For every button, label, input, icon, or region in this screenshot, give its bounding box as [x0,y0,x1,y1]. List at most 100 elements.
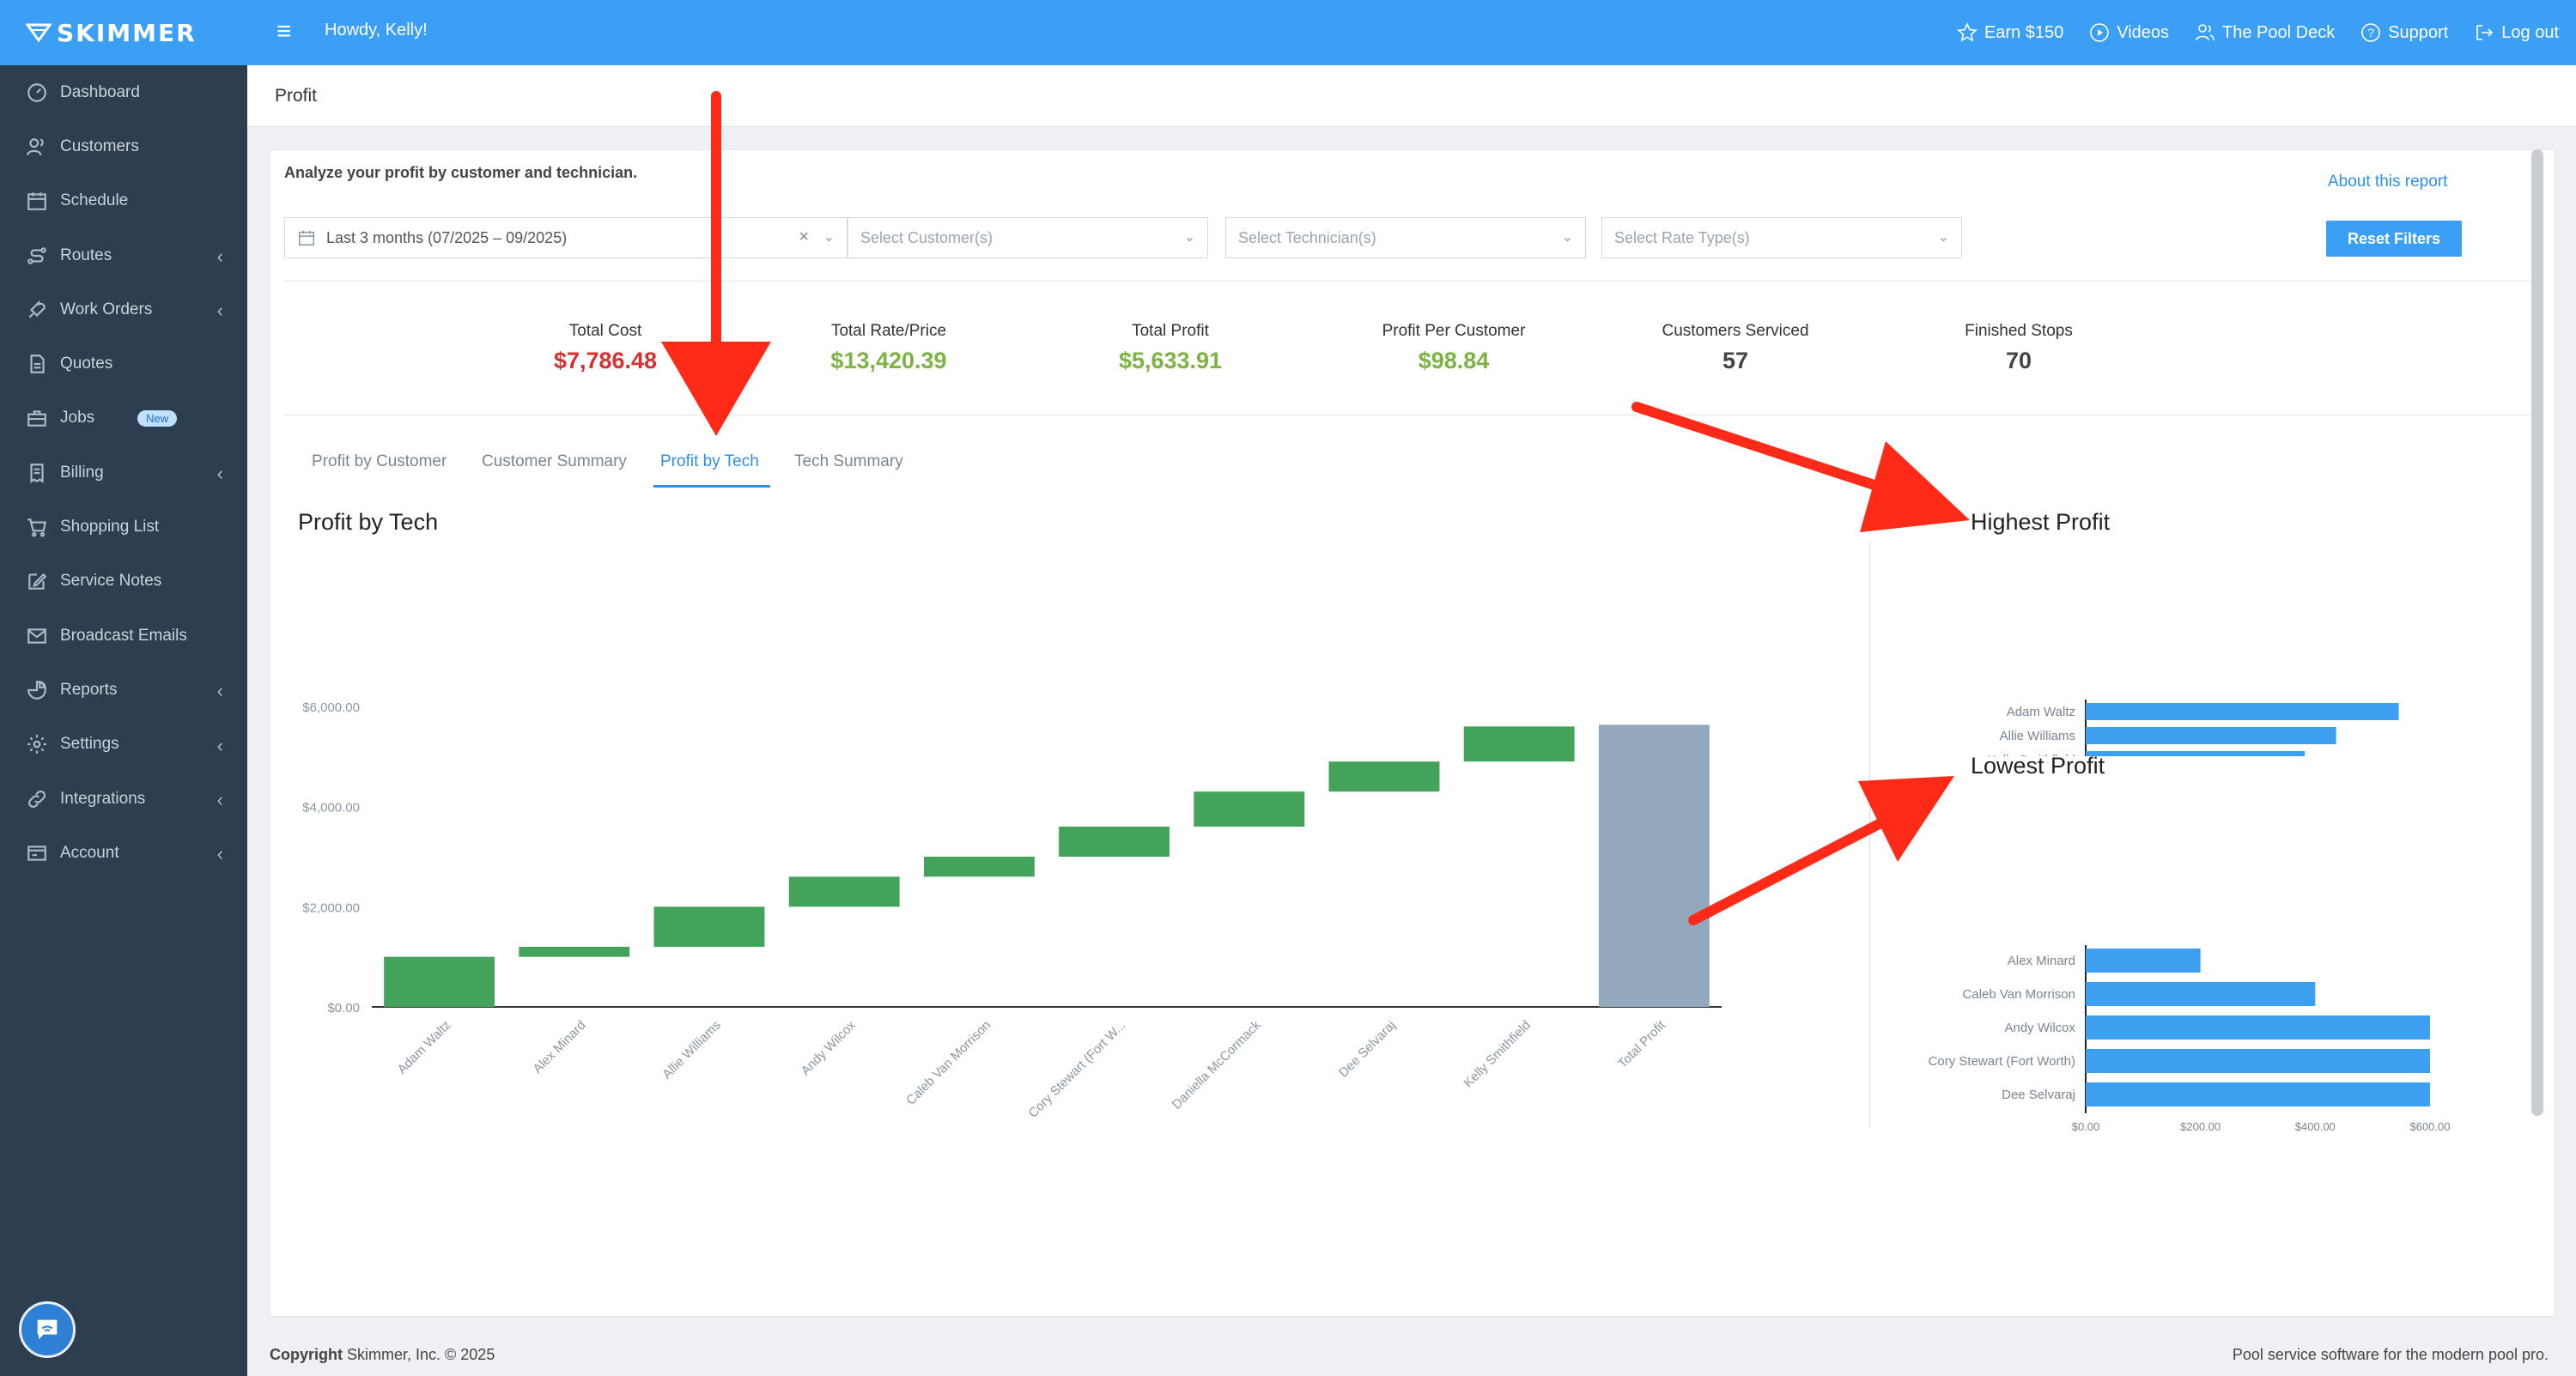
stat-value: $5,633.91 [1118,348,1223,373]
sidebar-item-account[interactable]: Account ‹ [0,826,247,880]
sidebar-item-routes[interactable]: Routes ‹ [0,228,247,282]
chevron-left-icon: ‹ [216,300,223,322]
stat-total-rate: Total Rate/Price $13,420.39 [786,322,992,374]
scrollbar[interactable] [2531,149,2543,1116]
sidebar-item-label: Broadcast Emails [60,626,187,645]
profit-by-tech-chart: $0.00 $2,000.00 $4,000.00 $6,000.00 Adam Wal… [302,700,1722,1121]
date-range-value: Last 3 months (07/2025 – 09/2025) [326,228,568,246]
sidebar-item-label: Account [60,843,119,862]
footer-tagline: Pool service software for the modern poo… [2232,1346,2549,1363]
calendar-icon [27,192,46,211]
sidebar-item-quotes[interactable]: Quotes [0,336,247,391]
customers-icon [27,138,44,155]
stat-value: 70 [2005,348,2032,373]
waterfall-chart-title: Profit by Tech [298,509,439,535]
stat-value: $7,786.48 [553,348,658,373]
x-tick-label: Dee Selvaraj [1336,1018,1399,1081]
report-intro: Analyze your profit by customer and tech… [284,164,638,181]
x-tick-label: Kelly Smithfield [1461,1018,1534,1091]
sidebar-item-service-notes[interactable]: Service Notes [0,555,247,609]
sidebar-item-schedule[interactable]: Schedule [0,174,247,228]
sidebar-item-jobs[interactable]: Jobs New [0,391,247,446]
waterfall-bar [1059,827,1170,857]
sidebar-item-label: Routes [60,245,112,264]
stat-label: Total Rate/Price [830,322,947,340]
sidebar-item-label: Jobs [60,409,95,427]
technician-filter-placeholder: Select Technician(s) [1238,228,1376,246]
reset-filters-button[interactable]: Reset Filters [2326,221,2462,257]
sidebar-item-reports[interactable]: Reports ‹ [0,663,247,717]
copyright-text: Skimmer, Inc. © 2025 [343,1346,495,1363]
technician-filter[interactable]: Select Technician(s) ⌄ [1225,217,1586,258]
tab-customer-summary[interactable]: Customer Summary [482,452,627,471]
stat-value: $98.84 [1418,348,1490,373]
dashboard-icon [27,82,46,102]
sidebar-item-integrations[interactable]: Integrations ‹ [0,772,247,826]
earn-link[interactable]: Earn $150 [1957,22,2063,43]
rate-type-filter[interactable]: Select Rate Type(s) ⌄ [1601,217,1962,258]
logout-link[interactable]: Log out [2474,22,2559,43]
clear-icon[interactable]: × [799,227,809,247]
stat-total-cost: Total Cost $7,786.48 [502,322,708,374]
sidebar-item-billing[interactable]: Billing ‹ [0,446,247,500]
page-header: Profit [247,65,2576,127]
report-card: Analyze your profit by customer and tech… [270,149,2555,1317]
sidebar-item-dashboard[interactable]: Dashboard [0,65,247,119]
copyright-bold: Copyright [270,1346,343,1363]
reports-icon [27,680,46,700]
stat-label: Total Profit [1132,322,1209,340]
bar-category-label: Allie Williams [2000,729,2075,743]
footer: Copyright Skimmer, Inc. © 2025 Pool serv… [247,1334,2576,1376]
profit-bar [2086,982,2316,1006]
page-title: Profit [275,86,318,106]
pool-deck-link[interactable]: The Pool Deck [2195,22,2335,43]
videos-link[interactable]: Videos [2089,22,2169,43]
about-report-link[interactable]: About this report [2328,173,2447,191]
sidebar-item-work-orders[interactable]: Work Orders ‹ [0,282,247,336]
customer-filter[interactable]: Select Customer(s) ⌄ [848,217,1208,258]
chevron-down-icon: ⌄ [823,230,835,245]
lowest-profit-title: Lowest Profit [1971,753,2105,779]
date-range-filter[interactable]: Last 3 months (07/2025 – 09/2025) × ⌄ [284,217,848,258]
help-circle-icon: ? [2361,23,2381,42]
x-tick-label: Total Profit [1615,1017,1669,1071]
bar-category-label: Caleb Van Morrison [1963,987,2075,1002]
profit-bar [2086,1015,2430,1040]
gear-icon [27,735,46,755]
stat-profit-per-customer: Profit Per Customer $98.84 [1351,322,1557,374]
profit-bar [2086,751,2306,756]
chevron-down-icon: ⌄ [1561,230,1573,245]
sidebar-item-shopping-list[interactable]: Shopping List [0,500,247,554]
highest-profit-title: Highest Profit [1971,509,2111,535]
x-tick-label: Cory Stewart (Fort W... [1026,1018,1129,1121]
menu-toggle-icon[interactable]: ≡ [276,17,292,46]
support-link[interactable]: ? Support [2360,22,2448,43]
tab-profit-by-tech[interactable]: Profit by Tech [660,452,759,471]
bar-category-label: Alex Minard [2008,954,2075,968]
bar-category-label: Andy Wilcox [2004,1021,2075,1035]
tab-tech-summary[interactable]: Tech Summary [794,452,903,471]
calendar-icon [299,230,314,245]
chat-support-button[interactable] [19,1301,76,1358]
sidebar-item-broadcast-emails[interactable]: Broadcast Emails [0,609,247,663]
active-tab-indicator [653,485,770,488]
greeting: Howdy, Kelly! [325,21,428,39]
chevron-left-icon: ‹ [216,463,223,485]
toolbox-icon [27,410,46,427]
logo[interactable]: SKIMMER [0,0,247,65]
chevron-left-icon: ‹ [216,843,223,865]
link-icon [28,790,46,808]
tab-profit-by-customer[interactable]: Profit by Customer [312,452,447,471]
sidebar-item-settings[interactable]: Settings ‹ [0,718,247,772]
x-tick-label: Caleb Van Morrison [903,1018,993,1108]
stat-value: 57 [1722,348,1749,373]
sidebar-item-label: Customers [60,136,139,155]
profit-bar [2086,1049,2430,1073]
logo-text: SKIMMER [57,18,197,47]
x-tick-label: Alex Minard [531,1018,589,1076]
sidebar-item-customers[interactable]: Customers [0,119,247,173]
support-link-label: Support [2388,22,2449,42]
waterfall-bar [519,947,630,957]
cart-icon [27,518,47,537]
billing-icon [30,463,44,483]
